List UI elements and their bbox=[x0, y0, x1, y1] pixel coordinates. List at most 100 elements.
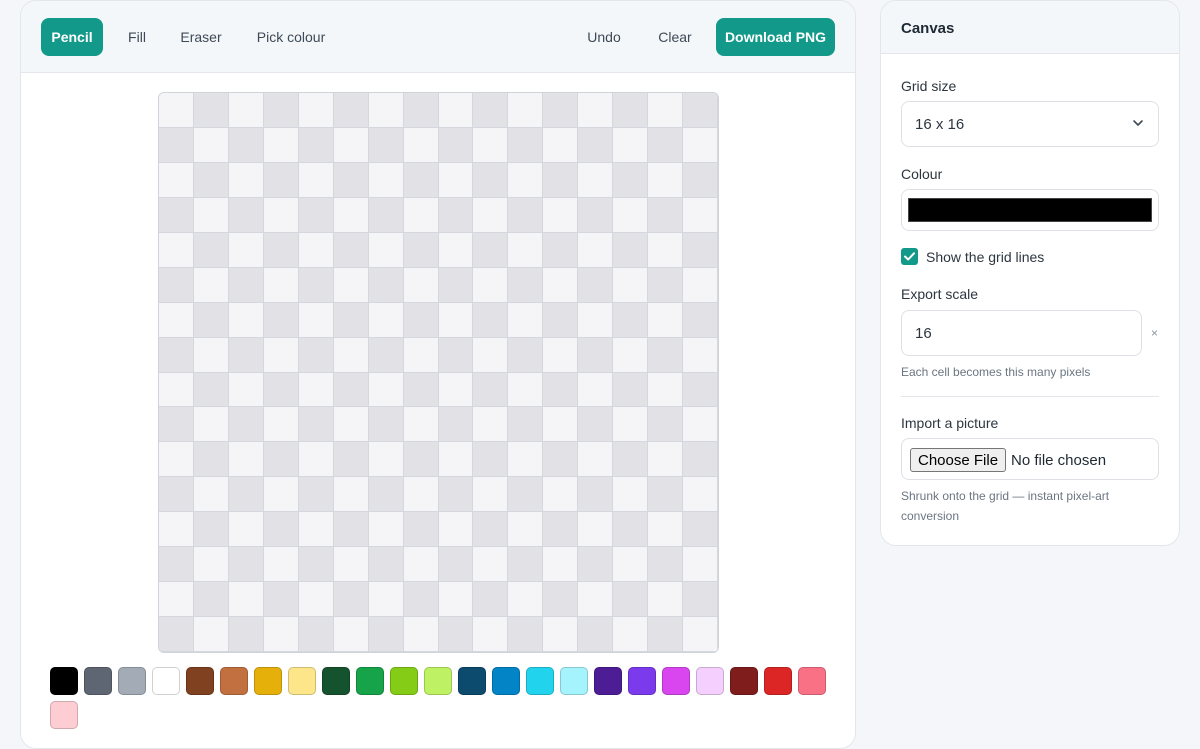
grid-cell[interactable] bbox=[683, 93, 718, 128]
grid-cell[interactable] bbox=[473, 93, 509, 128]
grid-cell[interactable] bbox=[683, 267, 718, 303]
grid-cell[interactable] bbox=[438, 267, 474, 303]
grid-cell[interactable] bbox=[648, 547, 684, 583]
grid-cell[interactable] bbox=[263, 232, 299, 268]
grid-cell[interactable] bbox=[473, 477, 509, 513]
grid-cell[interactable] bbox=[263, 302, 299, 338]
grid-cell[interactable] bbox=[648, 127, 684, 163]
palette-swatch[interactable] bbox=[526, 667, 554, 695]
grid-cell[interactable] bbox=[438, 337, 474, 373]
grid-cell[interactable] bbox=[613, 442, 649, 478]
grid-cell[interactable] bbox=[543, 617, 579, 652]
grid-cell[interactable] bbox=[508, 337, 544, 373]
grid-cell[interactable] bbox=[403, 197, 439, 233]
grid-cell[interactable] bbox=[543, 442, 579, 478]
grid-cell[interactable] bbox=[613, 127, 649, 163]
grid-cell[interactable] bbox=[263, 442, 299, 478]
grid-cell[interactable] bbox=[333, 617, 369, 652]
grid-cell[interactable] bbox=[193, 407, 229, 443]
grid-cell[interactable] bbox=[159, 617, 194, 652]
grid-cell[interactable] bbox=[438, 197, 474, 233]
grid-cell[interactable] bbox=[403, 372, 439, 408]
grid-cell[interactable] bbox=[543, 127, 579, 163]
grid-cell[interactable] bbox=[648, 372, 684, 408]
palette-swatch[interactable] bbox=[594, 667, 622, 695]
palette-swatch[interactable] bbox=[50, 701, 78, 729]
grid-cell[interactable] bbox=[683, 197, 718, 233]
grid-cell[interactable] bbox=[228, 267, 264, 303]
grid-cell[interactable] bbox=[403, 337, 439, 373]
grid-cell[interactable] bbox=[159, 582, 194, 618]
grid-cell[interactable] bbox=[543, 232, 579, 268]
grid-cell[interactable] bbox=[543, 407, 579, 443]
grid-cell[interactable] bbox=[438, 407, 474, 443]
grid-cell[interactable] bbox=[578, 232, 614, 268]
grid-cell[interactable] bbox=[228, 93, 264, 128]
grid-cell[interactable] bbox=[403, 232, 439, 268]
grid-cell[interactable] bbox=[438, 442, 474, 478]
grid-cell[interactable] bbox=[473, 232, 509, 268]
grid-cell[interactable] bbox=[193, 442, 229, 478]
grid-cell[interactable] bbox=[683, 547, 718, 583]
grid-cell[interactable] bbox=[648, 93, 684, 128]
grid-cell[interactable] bbox=[508, 512, 544, 548]
grid-cell[interactable] bbox=[159, 162, 194, 198]
grid-cell[interactable] bbox=[473, 372, 509, 408]
grid-cell[interactable] bbox=[159, 267, 194, 303]
palette-swatch[interactable] bbox=[220, 667, 248, 695]
pencil-tool-button[interactable]: Pencil bbox=[41, 18, 103, 56]
grid-cell[interactable] bbox=[473, 302, 509, 338]
grid-cell[interactable] bbox=[543, 267, 579, 303]
grid-cell[interactable] bbox=[368, 582, 404, 618]
grid-cell[interactable] bbox=[333, 407, 369, 443]
grid-cell[interactable] bbox=[473, 337, 509, 373]
grid-cell[interactable] bbox=[263, 372, 299, 408]
grid-cell[interactable] bbox=[403, 477, 439, 513]
grid-cell[interactable] bbox=[543, 337, 579, 373]
grid-cell[interactable] bbox=[368, 232, 404, 268]
grid-cell[interactable] bbox=[613, 302, 649, 338]
grid-cell[interactable] bbox=[438, 302, 474, 338]
palette-swatch[interactable] bbox=[662, 667, 690, 695]
grid-size-select[interactable]: 16 x 16 bbox=[901, 101, 1159, 147]
grid-cell[interactable] bbox=[228, 197, 264, 233]
grid-cell[interactable] bbox=[683, 302, 718, 338]
grid-cell[interactable] bbox=[648, 267, 684, 303]
grid-cell[interactable] bbox=[298, 162, 334, 198]
grid-cell[interactable] bbox=[508, 93, 544, 128]
choose-file-button[interactable]: Choose File bbox=[910, 448, 1007, 472]
grid-cell[interactable] bbox=[473, 407, 509, 443]
grid-cell[interactable] bbox=[228, 407, 264, 443]
grid-cell[interactable] bbox=[263, 337, 299, 373]
grid-cell[interactable] bbox=[543, 547, 579, 583]
grid-cell[interactable] bbox=[159, 547, 194, 583]
palette-swatch[interactable] bbox=[186, 667, 214, 695]
grid-cell[interactable] bbox=[298, 582, 334, 618]
grid-cell[interactable] bbox=[438, 127, 474, 163]
grid-cell[interactable] bbox=[613, 197, 649, 233]
grid-cell[interactable] bbox=[683, 232, 718, 268]
grid-cell[interactable] bbox=[368, 127, 404, 163]
palette-swatch[interactable] bbox=[84, 667, 112, 695]
grid-cell[interactable] bbox=[613, 372, 649, 408]
grid-cell[interactable] bbox=[228, 372, 264, 408]
grid-cell[interactable] bbox=[263, 477, 299, 513]
grid-cell[interactable] bbox=[403, 127, 439, 163]
grid-cell[interactable] bbox=[228, 512, 264, 548]
grid-cell[interactable] bbox=[193, 93, 229, 128]
grid-cell[interactable] bbox=[159, 302, 194, 338]
grid-cell[interactable] bbox=[648, 582, 684, 618]
grid-cell[interactable] bbox=[368, 162, 404, 198]
grid-cell[interactable] bbox=[508, 372, 544, 408]
grid-cell[interactable] bbox=[578, 302, 614, 338]
grid-cell[interactable] bbox=[159, 512, 194, 548]
palette-swatch[interactable] bbox=[390, 667, 418, 695]
grid-cell[interactable] bbox=[473, 197, 509, 233]
grid-cell[interactable] bbox=[333, 547, 369, 583]
grid-cell[interactable] bbox=[193, 547, 229, 583]
grid-cell[interactable] bbox=[438, 512, 474, 548]
grid-cell[interactable] bbox=[438, 477, 474, 513]
grid-cell[interactable] bbox=[333, 337, 369, 373]
grid-cell[interactable] bbox=[578, 162, 614, 198]
grid-cell[interactable] bbox=[193, 302, 229, 338]
